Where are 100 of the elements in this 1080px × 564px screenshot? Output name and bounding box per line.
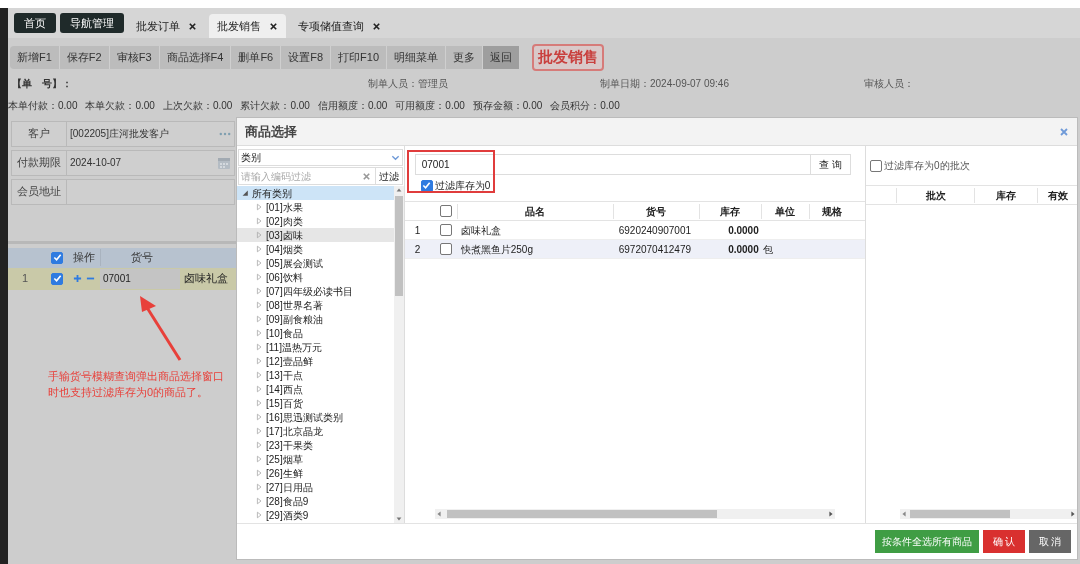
toolbar-button[interactable]: 商品选择F4 xyxy=(159,45,232,69)
row-number: 1 xyxy=(413,223,422,238)
column-header: 单位 xyxy=(760,203,809,219)
tree-item[interactable]: [13]干点 xyxy=(237,368,394,382)
tree-item[interactable]: [06]饮料 xyxy=(237,270,394,284)
toolbar-button[interactable]: 审核F3 xyxy=(109,45,160,69)
column-header: 批次 xyxy=(896,187,974,203)
checkbox[interactable] xyxy=(439,205,452,217)
clear-icon[interactable] xyxy=(361,171,371,181)
tab[interactable]: 导航管理 xyxy=(60,13,124,33)
tree-item[interactable]: [25]烟草 xyxy=(237,452,394,466)
total-field: 本单付款：0.00 xyxy=(8,98,78,113)
toolbar-button[interactable]: 删单F6 xyxy=(231,45,282,69)
checkbox[interactable] xyxy=(51,251,63,264)
scrollbar[interactable] xyxy=(900,509,1077,519)
tree-item[interactable]: [10]食品 xyxy=(237,326,394,340)
tree-item[interactable]: [01]水果 xyxy=(237,200,394,214)
tree-item[interactable]: [16]思迅测试类别 xyxy=(237,410,394,424)
header-field: 制单日期：2024-09-07 09:46 xyxy=(600,76,864,91)
plus-icon[interactable] xyxy=(73,274,82,283)
category-select[interactable]: 类别 xyxy=(238,149,403,166)
scrollbar[interactable] xyxy=(434,509,835,519)
checkbox[interactable] xyxy=(870,159,882,172)
tree-item[interactable]: [08]世界名著 xyxy=(237,298,394,312)
tree-item[interactable]: [03]卤味 xyxy=(237,228,394,242)
column-header: 货号 xyxy=(612,203,699,219)
toolbar-button[interactable]: 设置F8 xyxy=(281,45,332,69)
total-field: 上次欠款：0.00 xyxy=(162,98,233,113)
total-field: 累计欠款：0.00 xyxy=(240,98,310,113)
tree-item[interactable]: [27]日用品 xyxy=(237,480,394,494)
scroll-up-icon[interactable] xyxy=(394,186,403,194)
annotation-text: 手输货号模糊查询弹出商品选择窗口时也支持过滤库存为0的商品了。 xyxy=(48,368,225,400)
tree-item[interactable]: [14]西点 xyxy=(237,382,394,396)
checkbox[interactable] xyxy=(420,179,433,192)
scroll-right-icon[interactable] xyxy=(827,510,835,518)
tree-item[interactable]: [23]干果类 xyxy=(237,438,394,452)
table-cell-text: 包 xyxy=(761,242,774,257)
cancel-button[interactable]: 取 消 xyxy=(1029,530,1071,553)
table-cell-text: 卤味礼盒 xyxy=(459,223,502,238)
table-row[interactable]: 2 快煮黑鱼片250g 6972070412479 0.0000 包 xyxy=(404,240,865,259)
scroll-left-icon[interactable] xyxy=(900,510,908,518)
column-header: 品名 xyxy=(456,203,613,219)
chevron-icon xyxy=(390,153,400,162)
checkbox[interactable] xyxy=(51,272,63,285)
total-field: 可用额度：0.00 xyxy=(395,98,465,113)
header-field: 审核人员： xyxy=(864,76,1064,91)
tree-item[interactable]: [04]烟类 xyxy=(237,242,394,256)
tab[interactable]: 批发订单 xyxy=(128,14,205,38)
table-cell-text: 6920240907001 xyxy=(617,223,693,238)
scroll-thumb[interactable] xyxy=(910,510,1010,518)
toolbar-button[interactable]: 打印F10 xyxy=(331,45,388,69)
close-icon[interactable] xyxy=(269,21,278,31)
column-header: 规格 xyxy=(808,203,855,219)
scroll-down-icon[interactable] xyxy=(394,515,403,523)
tree-item[interactable]: [11]温热万元 xyxy=(237,340,394,354)
scroll-thumb[interactable] xyxy=(394,196,403,296)
tab[interactable]: 批发销售 xyxy=(209,14,286,38)
tab[interactable]: 首页 xyxy=(14,13,56,33)
table-cell-text: 6972070412479 xyxy=(617,242,693,257)
toolbar-button[interactable]: 明细菜单 xyxy=(387,45,447,69)
total-field: 本单欠款：0.00 xyxy=(85,98,155,113)
tree-item[interactable]: [28]食品9 xyxy=(237,494,394,508)
checkbox[interactable] xyxy=(439,224,452,236)
tree-item[interactable]: [02]肉类 xyxy=(237,214,394,228)
scroll-right-icon[interactable] xyxy=(1069,510,1077,518)
code-input[interactable]: 07001 xyxy=(100,268,180,289)
column-header: 库存 xyxy=(698,203,761,219)
scroll-thumb[interactable] xyxy=(446,510,717,518)
tree-item[interactable]: [15]百货 xyxy=(237,396,394,410)
confirm-button[interactable]: 确 认 xyxy=(983,530,1025,553)
tree-item[interactable]: [17]北京晶龙 xyxy=(237,424,394,438)
tree-item[interactable]: [26]生鲜 xyxy=(237,466,394,480)
column-header: 有效 xyxy=(1037,187,1077,203)
tree-item[interactable]: [12]壹品鲜 xyxy=(237,354,394,368)
tree-item[interactable]: [07]四年级必读书目 xyxy=(237,284,394,298)
column-header: 库存 xyxy=(974,187,1037,203)
checkbox[interactable] xyxy=(439,243,452,255)
checkbox-label: 过滤库存为0 xyxy=(434,179,491,193)
header-field: 【单 号】： xyxy=(8,76,368,91)
tab[interactable]: 专项储值查询 xyxy=(290,14,389,38)
toolbar-button[interactable]: 返回 xyxy=(483,45,521,69)
tree-item[interactable]: [09]副食粮油 xyxy=(237,312,394,326)
toolbar-button[interactable]: 保存F2 xyxy=(59,45,110,69)
scrollbar[interactable] xyxy=(393,186,404,523)
tree-item[interactable]: [29]酒类9 xyxy=(237,508,394,522)
filter-button[interactable]: 过滤 xyxy=(374,167,403,185)
filter-field[interactable]: 请输入编码过滤 xyxy=(238,167,376,185)
close-icon[interactable] xyxy=(188,21,197,31)
table-cell-text: 0.0000 xyxy=(727,242,760,257)
row-number: 2 xyxy=(413,242,422,257)
tree-item[interactable]: [05]展会测试 xyxy=(237,256,394,270)
checkbox-label: 过滤库存为0的批次 xyxy=(884,159,970,173)
column-header: 货号 xyxy=(100,249,182,266)
total-field: 信用额度：0.00 xyxy=(317,98,388,113)
arrow-drawing xyxy=(138,295,184,362)
table-cell-text: 0.0000 xyxy=(727,223,760,238)
toolbar-button[interactable]: 新增F1 xyxy=(10,45,60,69)
close-icon[interactable] xyxy=(372,21,381,31)
total-field: 会员积分：0.00 xyxy=(550,98,620,113)
tree-item[interactable]: 所有类别 xyxy=(237,186,394,200)
